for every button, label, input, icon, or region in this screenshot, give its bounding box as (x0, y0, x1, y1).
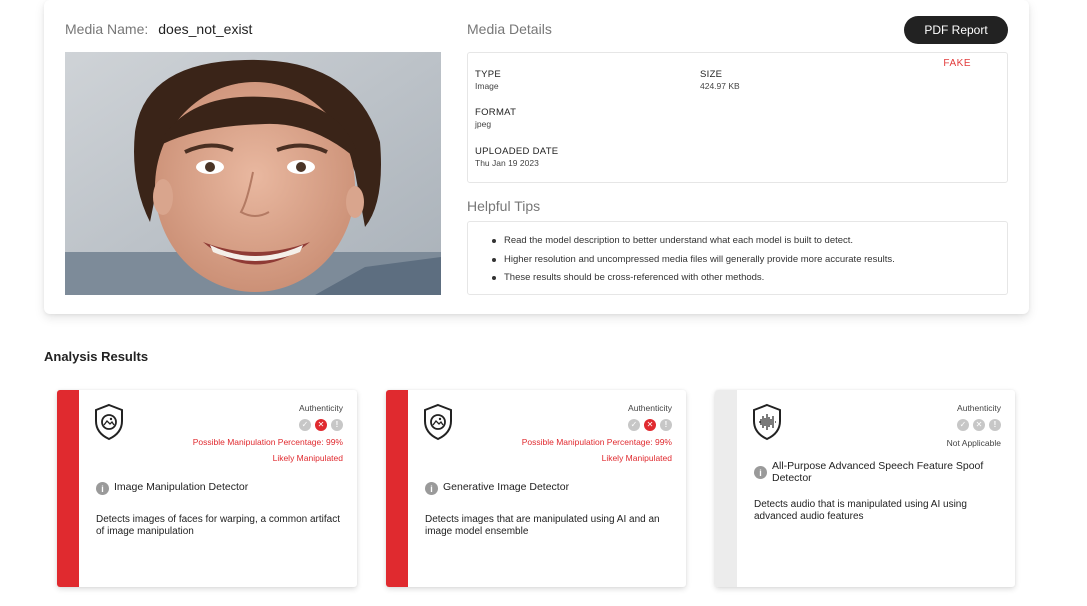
exclamation-icon: ! (989, 419, 1001, 431)
format-field: FORMAT jpeg (475, 107, 516, 129)
detector-name: Image Manipulation Detector (114, 481, 249, 493)
tip-item: These results should be cross-referenced… (490, 269, 895, 288)
manipulation-percentage: Possible Manipulation Percentage: 99% (521, 437, 672, 447)
detector-description: Detects images that are manipulated usin… (425, 514, 660, 537)
media-name-value: does_not_exist (158, 21, 253, 37)
result-card-image-manipulation[interactable]: Authenticity ✓ ✕ ! Possible Manipulation… (57, 390, 357, 587)
image-shield-icon (424, 403, 452, 441)
size-label: SIZE (700, 69, 723, 80)
info-icon[interactable]: i (425, 482, 438, 495)
uploaded-date-label: UPLOADED DATE (475, 146, 559, 157)
close-icon: ✕ (973, 419, 985, 431)
authenticity-status-icons: ✓ ✕ ! (628, 419, 672, 431)
exclamation-icon: ! (331, 419, 343, 431)
detector-row: i All-Purpose Advanced Speech Feature Sp… (754, 460, 1009, 484)
media-details-box: FAKE TYPE Image SIZE 424.97 KB FORMAT jp… (467, 52, 1008, 183)
type-label: TYPE (475, 69, 502, 80)
format-label: FORMAT (475, 107, 517, 118)
info-icon[interactable]: i (754, 466, 767, 479)
uploaded-date-field: UPLOADED DATE Thu Jan 19 2023 (475, 146, 558, 168)
authenticity-status-icons: ✓ ✕ ! (957, 419, 1001, 431)
format-value: jpeg (475, 119, 492, 129)
authenticity-label: Authenticity (299, 403, 343, 413)
manipulation-verdict: Likely Manipulated (601, 453, 672, 463)
size-field: SIZE 424.97 KB (700, 69, 740, 91)
helpful-tips-title: Helpful Tips (467, 198, 541, 214)
detector-row: i Image Manipulation Detector (96, 481, 248, 495)
authenticity-status-icons: ✓ ✕ ! (299, 419, 343, 431)
detector-row: i Generative Image Detector (425, 481, 569, 495)
tips-list: Read the model description to better und… (490, 232, 895, 288)
audio-shield-icon (753, 403, 781, 441)
check-icon: ✓ (957, 419, 969, 431)
exclamation-icon: ! (660, 419, 672, 431)
info-icon[interactable]: i (96, 482, 109, 495)
tip-item: Read the model description to better und… (490, 232, 895, 251)
tip-item: Higher resolution and uncompressed media… (490, 251, 895, 270)
detector-description: Detects images of faces for warping, a c… (96, 514, 340, 537)
close-icon: ✕ (315, 419, 327, 431)
size-value: 424.97 KB (700, 81, 740, 91)
media-card: Media Name: does_not_exist Media Details… (44, 0, 1029, 314)
type-value: Image (475, 81, 499, 91)
close-icon: ✕ (644, 419, 656, 431)
authenticity-label: Authenticity (957, 403, 1001, 413)
result-status-stripe (57, 390, 79, 587)
media-details-title: Media Details (467, 21, 552, 37)
uploaded-date-value: Thu Jan 19 2023 (475, 158, 539, 168)
result-status-stripe (715, 390, 737, 587)
detector-name: All-Purpose Advanced Speech Feature Spoo… (772, 460, 984, 484)
authenticity-label: Authenticity (628, 403, 672, 413)
media-preview-image (65, 52, 441, 295)
manipulation-verdict: Likely Manipulated (272, 453, 343, 463)
result-card-speech-spoof[interactable]: Authenticity ✓ ✕ ! Not Applicable i All-… (715, 390, 1015, 587)
check-icon: ✓ (628, 419, 640, 431)
manipulation-percentage: Possible Manipulation Percentage: 99% (192, 437, 343, 447)
detector-description: Detects audio that is manipulated using … (754, 499, 967, 522)
pdf-report-button[interactable]: PDF Report (904, 16, 1008, 44)
check-icon: ✓ (299, 419, 311, 431)
not-applicable-status: Not Applicable (946, 438, 1001, 448)
media-name-label: Media Name: (65, 21, 149, 37)
analysis-results-title: Analysis Results (44, 349, 149, 364)
result-card-generative-image[interactable]: Authenticity ✓ ✕ ! Possible Manipulation… (386, 390, 686, 587)
image-shield-icon (95, 403, 123, 441)
detector-name: Generative Image Detector (443, 481, 570, 493)
helpful-tips-box: Read the model description to better und… (467, 221, 1008, 295)
verdict-label: FAKE (943, 58, 971, 69)
result-status-stripe (386, 390, 408, 587)
media-name-row: Media Name: does_not_exist (65, 21, 252, 37)
type-field: TYPE Image (475, 69, 501, 91)
